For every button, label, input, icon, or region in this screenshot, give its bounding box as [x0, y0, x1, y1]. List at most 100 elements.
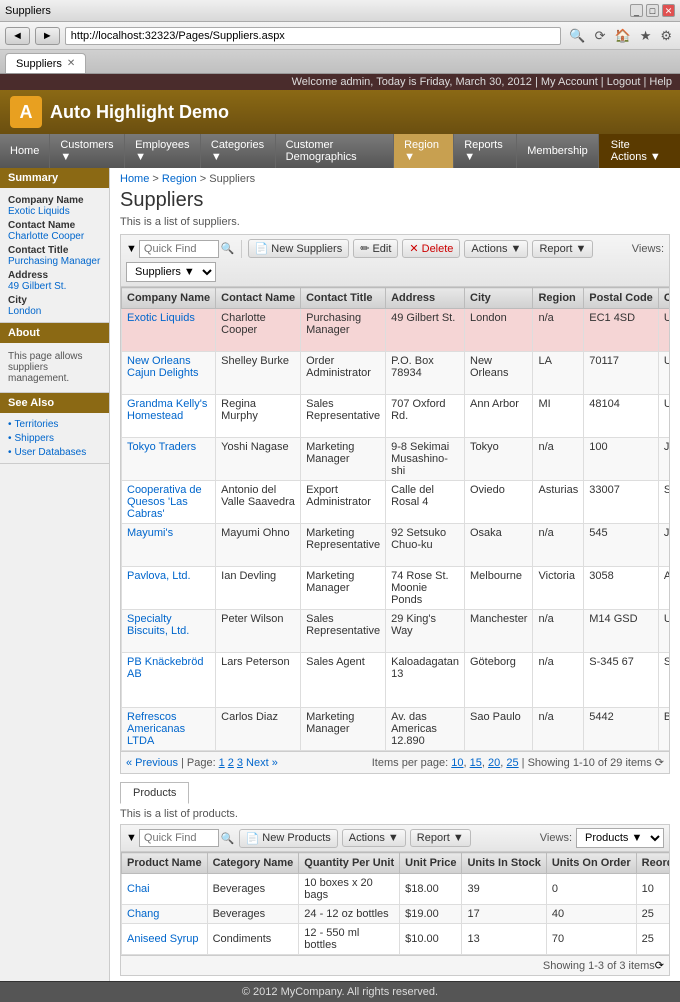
sub-col-reorder: Reorder Level: [636, 853, 670, 874]
product-link[interactable]: Aniseed Syrup: [127, 933, 199, 945]
sub-grid-toolbar: ▼ 🔍 📄 New Products Actions ▼ Report ▼ Vi…: [120, 824, 670, 851]
sub-report-button[interactable]: Report ▼: [410, 829, 471, 847]
site-actions-button[interactable]: Site Actions ▼: [599, 134, 680, 168]
pag-right: Items per page: 10, 15, 20, 25 | Showing…: [372, 756, 664, 769]
items-25-link[interactable]: 25: [506, 757, 518, 769]
delete-button[interactable]: ✕ Delete: [402, 239, 460, 258]
new-products-button[interactable]: 📄 New Products: [239, 829, 338, 848]
back-button[interactable]: ◄: [5, 27, 30, 45]
company-link[interactable]: Mayumi's: [127, 527, 173, 539]
sub-col-category: Category Name: [207, 853, 299, 874]
sidebar-link-shippers[interactable]: •Shippers: [8, 431, 101, 445]
footer: © 2012 MyCompany. All rights reserved.: [0, 981, 680, 1002]
maximize-btn[interactable]: □: [646, 4, 659, 17]
sub-refresh-icon[interactable]: ⟳: [655, 959, 664, 972]
search-button-icon[interactable]: 🔍: [221, 242, 235, 255]
company-link[interactable]: New Orleans Cajun Delights: [127, 355, 199, 379]
sidebar-section-about: About This page allows suppliers managem…: [0, 323, 109, 393]
refresh-icon-small[interactable]: ⟳: [655, 757, 664, 769]
next-page-button[interactable]: Next »: [246, 757, 278, 769]
report-button[interactable]: Report ▼: [532, 240, 593, 258]
sidebar-contactname-value[interactable]: Charlotte Cooper: [8, 231, 101, 242]
tab-suppliers[interactable]: Suppliers ✕: [5, 53, 86, 73]
company-link[interactable]: Refrescos Americanas LTDA: [127, 711, 185, 747]
sidebar-contacttitle-label: Contact Title: [8, 245, 101, 256]
breadcrumb-region[interactable]: Region: [162, 173, 197, 185]
refresh-icon[interactable]: ⟳: [592, 27, 609, 45]
logout-link[interactable]: Logout: [607, 76, 641, 88]
product-link[interactable]: Chai: [127, 883, 150, 895]
product-link[interactable]: Chang: [127, 908, 159, 920]
col-address: Address: [386, 288, 465, 309]
company-link[interactable]: Specialty Biscuits, Ltd.: [127, 613, 189, 637]
products-table: Product Name Category Name Quantity Per …: [121, 852, 670, 955]
sidebar-link-userdbs[interactable]: •User Databases: [8, 445, 101, 459]
browser-titlebar: Suppliers _ □ ✕: [0, 0, 680, 22]
page-description: This is a list of suppliers.: [120, 216, 670, 228]
page-1-link[interactable]: 1: [219, 757, 225, 769]
company-link[interactable]: Grandma Kelly's Homestead: [127, 398, 207, 422]
main-container: Summary Company Name Exotic Liquids Cont…: [0, 168, 680, 981]
col-country: Country: [658, 288, 670, 309]
nav-item-membership[interactable]: Membership: [517, 134, 599, 168]
sub-pagination: Showing 1-3 of 3 items ⟳: [120, 956, 670, 976]
sub-col-price: Unit Price: [400, 853, 462, 874]
help-link[interactable]: Help: [649, 76, 672, 88]
forward-button[interactable]: ►: [35, 27, 60, 45]
breadcrumb-home[interactable]: Home: [120, 173, 149, 185]
my-account-link[interactable]: My Account: [541, 76, 598, 88]
tab-products[interactable]: Products: [120, 782, 189, 804]
edit-button[interactable]: ✏ Edit: [353, 239, 398, 258]
nav-item-demographics[interactable]: Customer Demographics: [276, 134, 394, 168]
app-header: A Auto Highlight Demo: [0, 90, 680, 134]
close-btn[interactable]: ✕: [662, 4, 675, 17]
col-postal: Postal Code: [584, 288, 659, 309]
star-icon[interactable]: ★: [637, 27, 655, 45]
nav-item-reports[interactable]: Reports ▼: [454, 134, 517, 168]
sidebar-company-label: Company Name: [8, 195, 101, 206]
page-3-link[interactable]: 3: [237, 757, 243, 769]
sub-views-select[interactable]: Products ▼: [576, 828, 664, 848]
sub-search-icon[interactable]: 🔍: [221, 832, 235, 845]
page-content: Home > Region > Suppliers Suppliers This…: [110, 168, 680, 981]
company-link[interactable]: Tokyo Traders: [127, 441, 196, 453]
sub-quick-find-input[interactable]: [139, 829, 219, 847]
sidebar-contactname-label: Contact Name: [8, 220, 101, 231]
nav-item-employees[interactable]: Employees ▼: [125, 134, 201, 168]
grid-container: Company Name Contact Name Contact Title …: [120, 286, 670, 752]
sub-col-onorder: Units On Order: [546, 853, 636, 874]
table-row: Exotic LiquidsCharlotte CooperPurchasing…: [122, 309, 671, 352]
tab-close-icon[interactable]: ✕: [67, 58, 75, 69]
nav-item-customers[interactable]: Customers ▼: [50, 134, 125, 168]
nav-item-region[interactable]: Region ▼: [394, 134, 454, 168]
nav-item-categories[interactable]: Categories ▼: [201, 134, 276, 168]
nav-item-home[interactable]: Home: [0, 134, 50, 168]
col-region: Region: [533, 288, 584, 309]
page-2-link[interactable]: 2: [228, 757, 234, 769]
views-select[interactable]: Suppliers ▼: [126, 262, 216, 282]
actions-button[interactable]: Actions ▼: [464, 240, 528, 258]
breadcrumb-current: Suppliers: [209, 173, 255, 185]
table-row: Tokyo TradersYoshi NagaseMarketing Manag…: [122, 438, 671, 481]
company-link[interactable]: Exotic Liquids: [127, 312, 195, 324]
items-15-link[interactable]: 15: [470, 757, 482, 769]
items-20-link[interactable]: 20: [488, 757, 500, 769]
home-icon[interactable]: 🏠: [612, 27, 634, 45]
items-10-link[interactable]: 10: [451, 757, 463, 769]
search-icon[interactable]: 🔍: [566, 27, 588, 45]
col-title: Contact Title: [301, 288, 386, 309]
prev-page-button[interactable]: « Previous: [126, 757, 178, 769]
company-link[interactable]: PB Knäckebröd AB: [127, 656, 203, 680]
sidebar-about-header: About: [0, 323, 109, 343]
address-input[interactable]: [65, 27, 562, 45]
sidebar-company-value[interactable]: Exotic Liquids: [8, 206, 101, 217]
sidebar-link-territories[interactable]: •Territories: [8, 417, 101, 431]
new-suppliers-button[interactable]: 📄 New Suppliers: [248, 239, 350, 258]
company-link[interactable]: Pavlova, Ltd.: [127, 570, 191, 582]
col-company: Company Name: [122, 288, 216, 309]
sub-actions-button[interactable]: Actions ▼: [342, 829, 406, 847]
company-link[interactable]: Cooperativa de Quesos 'Las Cabras': [127, 484, 202, 520]
minimize-btn[interactable]: _: [630, 4, 643, 17]
settings-icon[interactable]: ⚙: [657, 27, 675, 45]
quick-find-input[interactable]: [139, 240, 219, 258]
